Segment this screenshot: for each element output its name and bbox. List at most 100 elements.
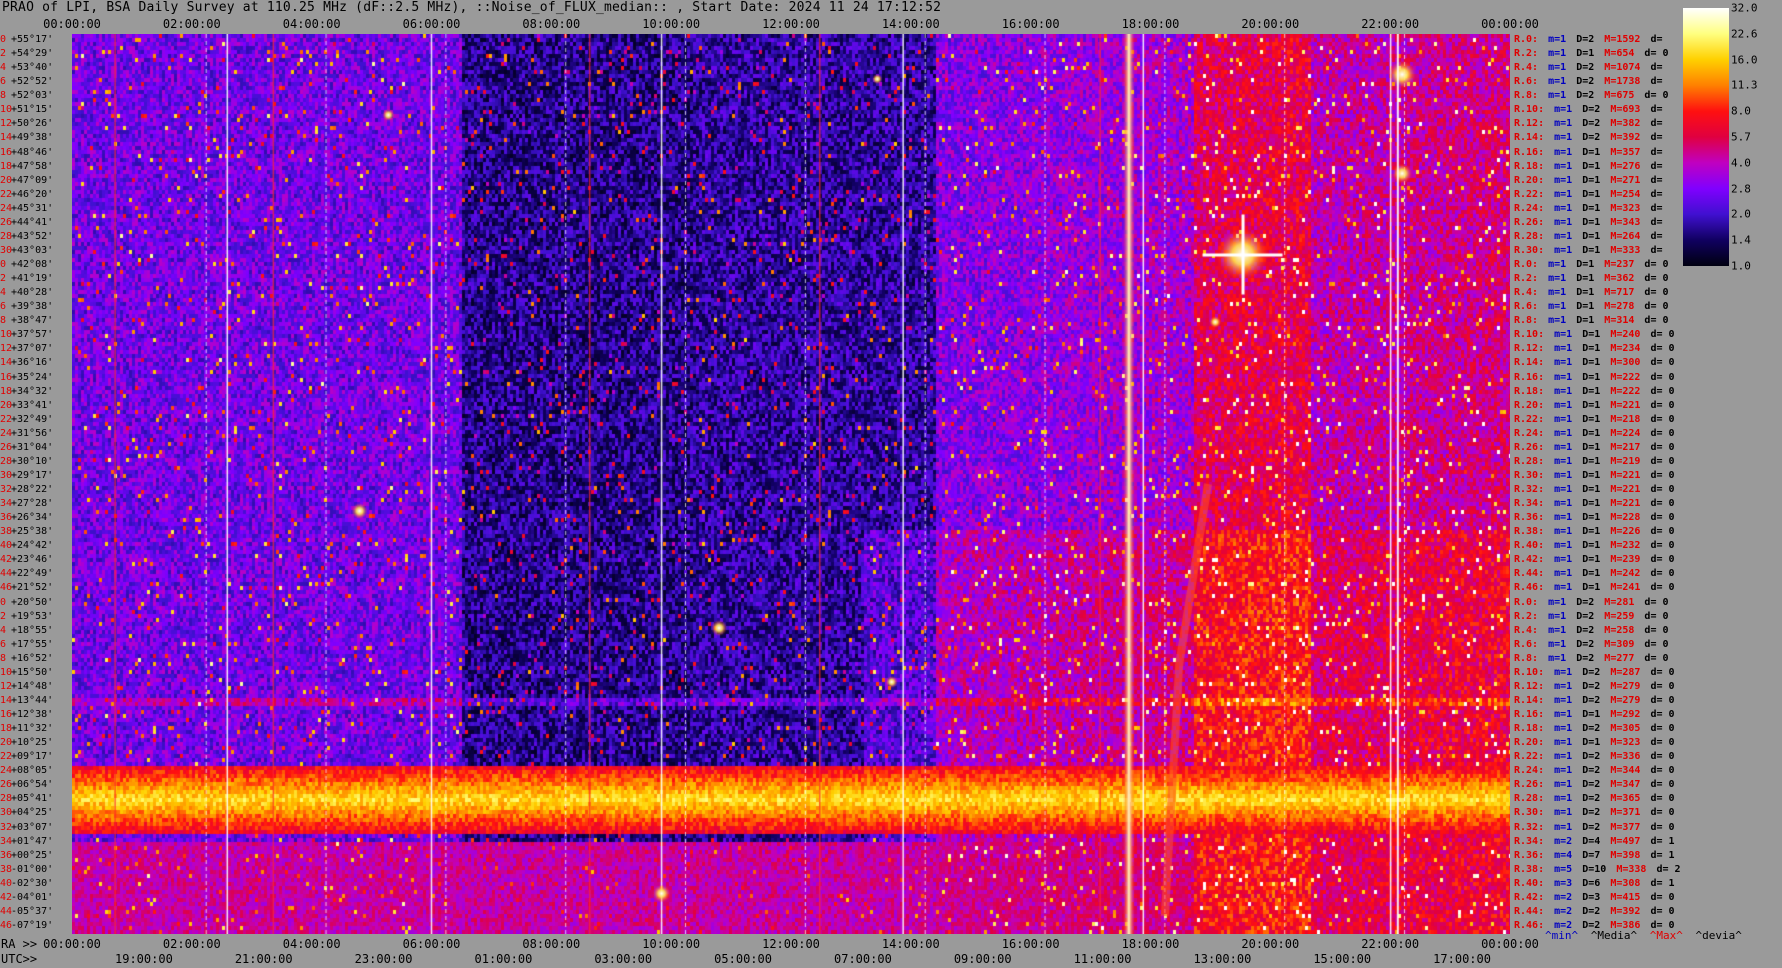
stat-r: R.26:: [1514, 216, 1551, 228]
stat-d: D=1: [1582, 427, 1607, 439]
beam-number: 40: [0, 877, 13, 889]
stat-dv: d=: [1650, 230, 1663, 242]
dec-value: +39°38': [11, 301, 54, 313]
stat-m: m=1: [1554, 751, 1579, 763]
stat-mx: M=365: [1610, 793, 1647, 805]
stat-dv: d= 0: [1650, 385, 1675, 397]
stat-mx: M=224: [1610, 427, 1647, 439]
stat-m: m=1: [1548, 624, 1573, 636]
stat-mx: M=693: [1610, 104, 1647, 116]
beam-stat-row: R.22: m=1 D=1 M=254 d=: [1514, 189, 1666, 200]
stat-m: m=1: [1554, 582, 1579, 594]
beam-stat-row: R.2: m=1 D=1 M=654 d= 0: [1514, 48, 1673, 59]
beam-number: 30: [0, 807, 13, 819]
stat-mx: M=392: [1610, 905, 1647, 917]
stat-r: R.42:: [1514, 554, 1551, 566]
beam-stat-row: R.6: m=1 D=2 M=309 d= 0: [1514, 639, 1673, 650]
beam-number: 4: [0, 287, 7, 299]
stat-r: R.40:: [1514, 540, 1551, 552]
beam-number: 46: [0, 919, 13, 931]
stat-m: m=1: [1554, 427, 1579, 439]
beam-stat-row: R.38: m=1 D=1 M=226 d= 0: [1514, 526, 1679, 537]
beam-stat-row: R.44: m=1 D=1 M=242 d= 0: [1514, 568, 1679, 579]
beam-number: 10: [0, 666, 13, 678]
stat-mx: M=281: [1604, 596, 1641, 608]
stat-r: R.24:: [1514, 427, 1551, 439]
beam-number: 20: [0, 399, 13, 411]
stat-r: R.18:: [1514, 723, 1551, 735]
stat-d: D=1: [1582, 146, 1607, 158]
beam-number: 6: [0, 301, 7, 313]
beam-stat-row: R.6: m=1 D=1 M=278 d= 0: [1514, 301, 1673, 312]
beam-stat-row: R.6: m=1 D=2 M=1738 d=: [1514, 76, 1667, 87]
stat-m: m=1: [1554, 118, 1579, 130]
stat-dv: d= 0: [1650, 512, 1675, 524]
dec-value: +26°34': [11, 512, 54, 524]
stat-mx: M=239: [1610, 554, 1647, 566]
stat-mx: M=371: [1610, 807, 1647, 819]
stat-m: m=1: [1554, 526, 1579, 538]
stat-mx: M=398: [1610, 849, 1647, 861]
dec-label: 12+50°26': [0, 118, 53, 129]
stat-d: D=2: [1582, 779, 1607, 791]
colorbar-tick: 32.0: [1731, 1, 1758, 15]
beam-stat-row: R.4: m=1 D=1 M=717 d= 0: [1514, 287, 1673, 298]
stat-d: D=1: [1582, 709, 1607, 720]
stat-r: R.18:: [1514, 160, 1551, 172]
stat-d: D=1: [1582, 568, 1607, 580]
stat-mx: M=226: [1610, 526, 1647, 538]
dec-value: +55°17': [11, 34, 54, 45]
stat-m: m=2: [1554, 905, 1579, 917]
ra-tick-8: 16:00:00: [1001, 937, 1060, 951]
stat-m: m=1: [1554, 793, 1579, 805]
beam-stat-row: R.2: m=1 D=2 M=259 d= 0: [1514, 611, 1673, 622]
stat-m: m=1: [1554, 202, 1579, 214]
stat-dv: d=: [1650, 118, 1663, 130]
stat-m: m=1: [1548, 48, 1573, 60]
dec-value: +47°58': [11, 160, 54, 172]
dec-value: +13°44': [11, 694, 54, 706]
beam-stat-row: R.32: m=1 D=1 M=221 d= 0: [1514, 484, 1679, 495]
beam-number: 28: [0, 230, 13, 242]
beam-stat-row: R.16: m=1 D=1 M=292 d= 0: [1514, 709, 1679, 720]
dec-label: 8 +52°03': [0, 90, 53, 101]
stat-dv: d= 0: [1650, 343, 1675, 355]
ra-tick-7: 14:00:00: [881, 937, 940, 951]
stat-d: D=2: [1576, 652, 1601, 664]
stat-dv: d= 0: [1650, 666, 1675, 678]
stat-d: D=2: [1582, 751, 1607, 763]
ra-tick-12: 00:00:00: [1481, 937, 1539, 951]
utc-tick-5: 05:00:00: [714, 952, 772, 966]
stat-mx: M=279: [1610, 680, 1647, 692]
beam-stat-row: R.20: m=1 D=1 M=221 d= 0: [1514, 400, 1679, 411]
ra-tick-2: 04:00:00: [282, 937, 341, 951]
top-tick-10: 20:00:00: [1241, 17, 1300, 31]
stat-m: m=1: [1548, 315, 1573, 327]
beam-stat-row: R.22: m=1 D=2 M=336 d= 0: [1514, 751, 1679, 762]
dec-value: +47°09': [11, 174, 54, 186]
stat-d: D=1: [1582, 554, 1607, 566]
stat-dv: d=: [1650, 34, 1663, 45]
dec-value: +18°55': [11, 624, 54, 636]
stat-d: D=2: [1576, 596, 1601, 608]
dec-value: +31°04': [11, 441, 54, 453]
ra-tick-10: 20:00:00: [1241, 937, 1300, 951]
stat-dv: d=: [1650, 132, 1663, 144]
dec-label: 32+03°07': [0, 822, 53, 833]
stat-d: D=1: [1576, 315, 1601, 327]
utc-tick-2: 23:00:00: [354, 952, 413, 966]
stat-mx: M=338: [1616, 863, 1653, 875]
legend-dev: ^devia^: [1695, 929, 1742, 942]
dec-label: 8 +38°47': [0, 315, 53, 326]
dec-label: 24+45°31': [0, 203, 53, 214]
dec-label: 16+12°38': [0, 709, 53, 720]
stat-r: R.8:: [1514, 652, 1545, 664]
stat-r: R.20:: [1514, 399, 1551, 411]
stat-d: D=2: [1582, 723, 1607, 735]
colorbar-tick: 1.4: [1731, 233, 1751, 247]
stat-m: m=1: [1554, 723, 1579, 735]
stat-d: D=1: [1582, 441, 1607, 453]
stat-d: D=1: [1582, 512, 1607, 524]
stat-dv: d= 0: [1650, 568, 1675, 580]
stat-d: D=2: [1582, 905, 1607, 917]
